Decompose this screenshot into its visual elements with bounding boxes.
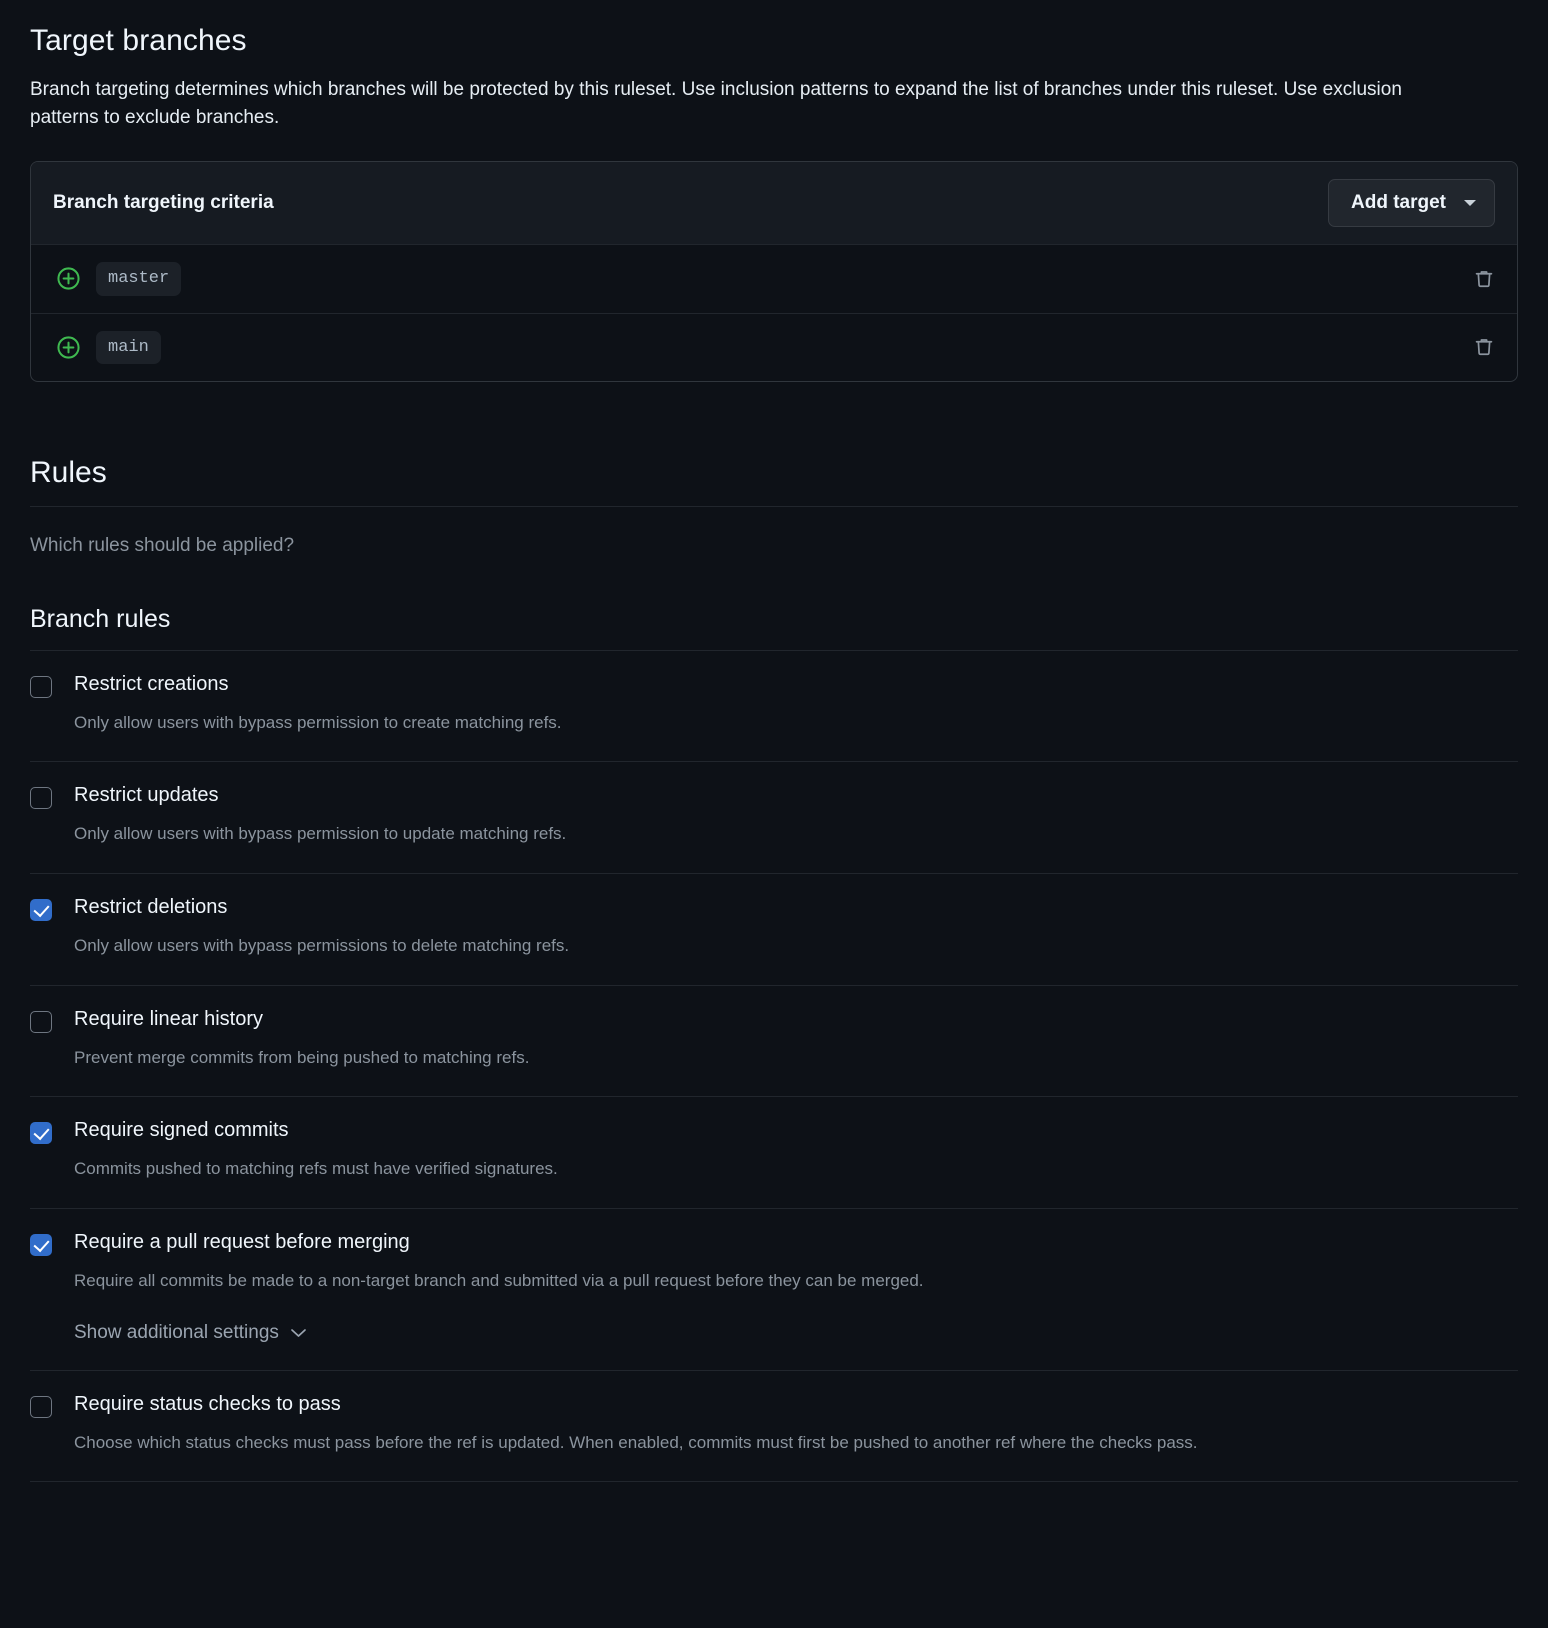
branch-rules-heading: Branch rules <box>30 605 1518 651</box>
rule-label: Require signed commits <box>74 1119 289 1142</box>
chevron-down-icon[interactable] <box>1462 180 1494 226</box>
rule-label: Restrict updates <box>74 784 219 807</box>
rules-subtitle: Which rules should be applied? <box>30 534 295 556</box>
checkbox-require-pull-request[interactable] <box>30 1233 52 1256</box>
rule-label: Require a pull request before merging <box>74 1230 410 1253</box>
plus-circle-icon <box>57 336 80 359</box>
ruleset-settings-page: Target branches Branch targeting determi… <box>0 0 1548 1483</box>
branch-targeting-card: Branch targeting criteria Add target mas… <box>30 161 1518 382</box>
checkbox-require-linear-history[interactable] <box>30 1010 52 1033</box>
delete-target-button[interactable] <box>1473 268 1495 290</box>
rule-restrict-deletions: Restrict deletions Only allow users with… <box>30 874 1518 986</box>
show-additional-settings-label: Show additional settings <box>74 1321 279 1343</box>
rule-label: Require linear history <box>74 1007 263 1030</box>
add-target-label: Add target <box>1351 192 1446 214</box>
rule-require-status-checks: Require status checks to pass Choose whi… <box>30 1371 1518 1483</box>
rule-require-pull-request: Require a pull request before merging Re… <box>30 1209 1518 1371</box>
rule-require-signed-commits: Require signed commits Commits pushed to… <box>30 1097 1518 1209</box>
rule-restrict-updates: Restrict updates Only allow users with b… <box>30 762 1518 875</box>
show-additional-settings-toggle[interactable]: Show additional settings <box>74 1322 307 1344</box>
checkbox-require-signed-commits[interactable] <box>30 1122 52 1145</box>
rule-description: Prevent merge commits from being pushed … <box>74 1047 530 1067</box>
rule-description: Commits pushed to matching refs must hav… <box>74 1159 558 1179</box>
branch-name: main <box>96 330 161 364</box>
table-row: master <box>31 244 1517 312</box>
target-row-content: main <box>57 330 161 364</box>
checkbox-restrict-creations[interactable] <box>30 675 52 698</box>
rule-description: Choose which status checks must pass bef… <box>74 1432 1198 1452</box>
branch-targeting-title: Branch targeting criteria <box>53 192 274 214</box>
add-target-button[interactable]: Add target <box>1328 179 1495 228</box>
checkbox-restrict-updates[interactable] <box>30 787 52 810</box>
table-row: main <box>31 312 1517 381</box>
rule-restrict-creations: Restrict creations Only allow users with… <box>30 651 1518 763</box>
checkbox-require-status-checks[interactable] <box>30 1395 52 1418</box>
page-title: Target branches <box>30 24 247 57</box>
rule-description: Only allow users with bypass permission … <box>74 712 562 732</box>
delete-target-button[interactable] <box>1473 336 1495 358</box>
checkbox-restrict-deletions[interactable] <box>30 899 52 922</box>
rule-label: Require status checks to pass <box>74 1392 341 1415</box>
rule-description: Only allow users with bypass permissions… <box>74 936 570 956</box>
rule-label: Restrict creations <box>74 672 229 695</box>
plus-circle-icon <box>57 267 80 290</box>
rules-heading: Rules <box>30 456 1518 507</box>
target-row-content: master <box>57 262 182 296</box>
rule-label: Restrict deletions <box>74 896 228 919</box>
branch-targeting-card-header: Branch targeting criteria Add target <box>31 162 1517 245</box>
rule-description: Require all commits be made to a non-tar… <box>74 1270 924 1290</box>
target-branches-description: Branch targeting determines which branch… <box>30 78 1402 129</box>
branch-name: master <box>96 262 182 296</box>
rule-require-linear-history: Require linear history Prevent merge com… <box>30 986 1518 1098</box>
rule-description: Only allow users with bypass permission … <box>74 824 567 844</box>
chevron-down-icon <box>290 1328 307 1338</box>
